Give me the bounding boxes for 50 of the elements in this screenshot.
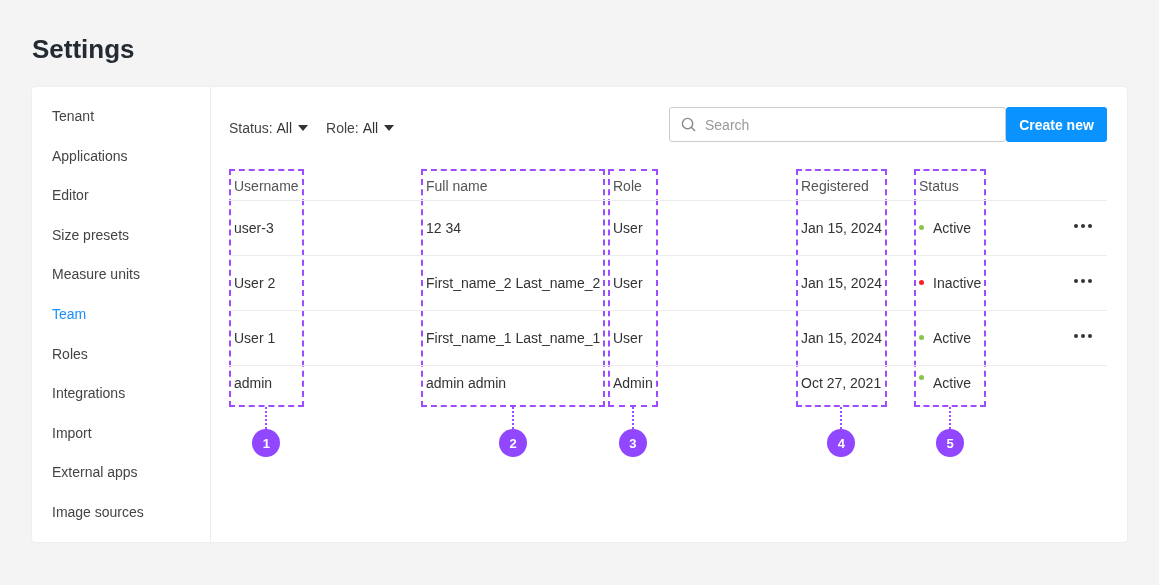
full-name-cell: 12 34 bbox=[426, 219, 462, 236]
date-cell: Jan 15, 2024 bbox=[801, 219, 882, 236]
column-header: Full name bbox=[426, 177, 488, 194]
callout-badge: 3 bbox=[618, 429, 647, 457]
sidebar-item[interactable]: Image sources bbox=[32, 491, 144, 532]
status-cell: Active bbox=[933, 219, 972, 236]
sidebar-item[interactable]: Editor bbox=[32, 175, 89, 215]
filter-dropdown[interactable]: Status: All bbox=[229, 119, 309, 136]
full-name-cell: First_name_1 Last_name_1 bbox=[426, 329, 601, 346]
date-cell: Jan 15, 2024 bbox=[801, 274, 882, 291]
callout-badge: 5 bbox=[936, 429, 965, 457]
search-icon bbox=[681, 117, 696, 132]
filter-dropdown[interactable]: Role: All bbox=[326, 119, 395, 136]
column-header: Registered bbox=[801, 177, 869, 194]
date-cell: Oct 27, 2021 bbox=[801, 375, 882, 391]
callout-badge: 1 bbox=[252, 429, 281, 457]
username-cell: User 1 bbox=[234, 329, 276, 346]
sidebar-item[interactable]: Applications bbox=[32, 135, 128, 176]
sidebar-item[interactable]: Import bbox=[32, 412, 92, 453]
sidebar-item[interactable]: Integrations bbox=[32, 373, 126, 413]
full-name-cell: First_name_2 Last_name_2 bbox=[426, 274, 601, 291]
sidebar-item[interactable]: External apps bbox=[32, 452, 138, 492]
sidebar-item[interactable]: Roles bbox=[32, 333, 88, 374]
caret-icon bbox=[384, 124, 395, 131]
sidebar-item[interactable]: Size presets bbox=[32, 214, 130, 255]
caret-icon bbox=[298, 124, 309, 131]
role-cell: Admin bbox=[613, 375, 653, 391]
more-icon[interactable] bbox=[1074, 333, 1092, 338]
full-name-cell: admin admin bbox=[426, 375, 507, 391]
more-icon[interactable] bbox=[1074, 223, 1092, 228]
username-cell: user-3 bbox=[234, 219, 274, 236]
search-field[interactable]: Search bbox=[669, 107, 1006, 142]
role-cell: User bbox=[613, 274, 643, 291]
callout-badge: 2 bbox=[499, 429, 528, 457]
column-header: Status bbox=[919, 177, 959, 194]
status-cell: Active bbox=[933, 375, 972, 391]
username-cell: User 2 bbox=[234, 274, 276, 291]
status-cell: Inactive bbox=[933, 274, 982, 291]
status-cell: Active bbox=[933, 329, 972, 346]
more-icon[interactable] bbox=[1074, 278, 1092, 283]
role-cell: User bbox=[613, 329, 643, 346]
page-title: Settings bbox=[32, 34, 136, 64]
date-cell: Jan 15, 2024 bbox=[801, 329, 882, 346]
column-header: Username bbox=[234, 177, 299, 194]
callout-badge: 4 bbox=[827, 429, 856, 457]
column-header: Role bbox=[613, 177, 642, 194]
sidebar-item[interactable]: Measure units bbox=[32, 254, 140, 294]
username-cell: admin bbox=[234, 375, 273, 391]
sidebar-item[interactable]: Tenant bbox=[32, 96, 95, 136]
role-cell: User bbox=[613, 219, 643, 236]
